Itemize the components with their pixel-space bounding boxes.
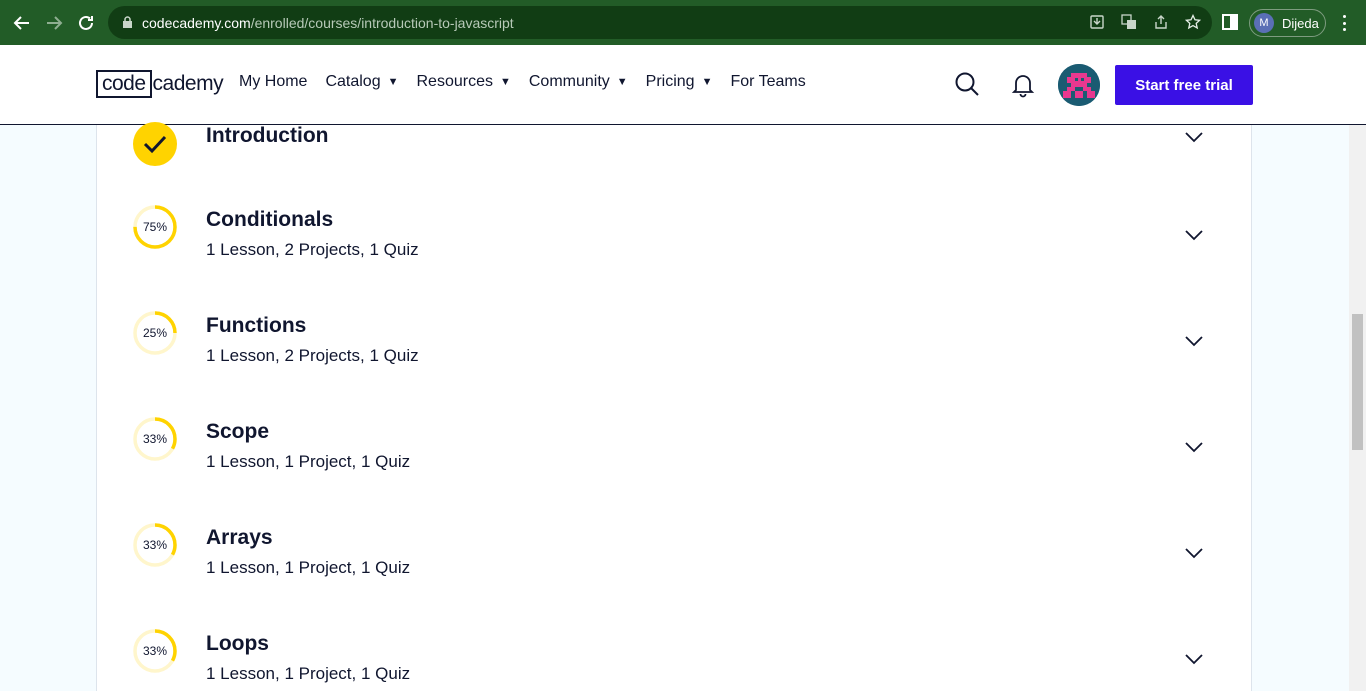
progress-label: 33%	[143, 538, 167, 552]
progress-ring-svg: 75%	[133, 205, 177, 249]
module-subtitle: 1 Lesson, 1 Project, 1 Quiz	[206, 558, 411, 577]
module-subtitle: 1 Lesson, 2 Projects, 1 Quiz	[206, 346, 419, 365]
module-title: Introduction	[206, 124, 329, 147]
nav-label: Pricing	[645, 73, 695, 90]
lock-icon[interactable]	[120, 16, 134, 30]
progress-ring-svg: 25%	[133, 311, 177, 355]
back-icon[interactable]	[9, 10, 35, 36]
chevron-down-icon[interactable]	[1184, 652, 1204, 665]
progress-label: 33%	[143, 644, 167, 658]
profile-name: Dijeda	[1282, 15, 1319, 31]
profile-avatar: M	[1254, 13, 1274, 33]
bookmark-star-icon[interactable]	[1184, 13, 1202, 31]
codecademy-logo[interactable]: code cademy	[96, 69, 224, 99]
caret-down-icon: ▼	[387, 76, 399, 88]
progress-ring: 25%	[133, 311, 177, 355]
start-free-trial-button[interactable]: Start free trial	[1115, 65, 1253, 105]
nav-community[interactable]: Community ▼	[529, 73, 628, 91]
url-path: /enrolled/courses/introduction-to-javasc…	[250, 14, 514, 31]
chevron-down-icon[interactable]	[1184, 334, 1204, 347]
progress-ring: 33%	[133, 523, 177, 567]
check-complete-icon	[133, 122, 177, 166]
nav-label: Community	[528, 73, 610, 90]
caret-down-icon: ▼	[616, 76, 628, 88]
search-icon[interactable]	[954, 71, 980, 97]
share-icon[interactable]	[1152, 13, 1170, 31]
nav-label: Catalog	[325, 73, 381, 90]
module-title: Scope	[206, 420, 270, 443]
reload-icon[interactable]	[73, 10, 99, 36]
progress-ring: 33%	[133, 417, 177, 461]
progress-ring-svg: 33%	[133, 417, 177, 461]
browser-menu-icon[interactable]	[1336, 13, 1352, 33]
chevron-down-icon[interactable]	[1184, 228, 1204, 241]
module-subtitle: 1 Lesson, 1 Project, 1 Quiz	[206, 452, 411, 471]
progress-ring-svg: 33%	[133, 523, 177, 567]
main-nav: My Home Catalog ▼ Resources ▼ Community ▼ P…	[239, 73, 824, 91]
module-row-functions[interactable]: 25% Functions 1 Lesson, 2 Projects, 1 Qu…	[96, 302, 1252, 408]
side-panel-icon[interactable]	[1222, 13, 1240, 31]
progress-ring: 75%	[133, 205, 177, 249]
forward-icon[interactable]	[41, 10, 67, 36]
logo-code: code	[96, 70, 152, 98]
chevron-down-icon[interactable]	[1184, 130, 1204, 143]
module-subtitle: 1 Lesson, 2 Projects, 1 Quiz	[206, 240, 419, 259]
progress-ring: 33%	[133, 629, 177, 673]
install-app-icon[interactable]	[1088, 13, 1106, 31]
url-host: codecademy.com	[142, 14, 251, 31]
nav-my-home[interactable]: My Home	[239, 73, 307, 91]
browser-toolbar: codecademy.com/enrolled/courses/introduc…	[0, 0, 1366, 45]
module-row-loops[interactable]: 33% Loops 1 Lesson, 1 Project, 1 Quiz	[96, 620, 1252, 691]
user-avatar[interactable]	[1058, 64, 1100, 106]
module-title: Loops	[206, 632, 269, 655]
progress-label: 75%	[143, 220, 167, 234]
logo-rest: cademy	[152, 72, 224, 95]
caret-down-icon: ▼	[701, 76, 713, 88]
module-title: Arrays	[206, 526, 273, 549]
nav-resources[interactable]: Resources ▼	[417, 73, 511, 91]
caret-down-icon: ▼	[499, 76, 511, 88]
nav-for-teams[interactable]: For Teams	[730, 73, 805, 91]
translate-icon[interactable]	[1120, 13, 1138, 31]
profile-chip[interactable]: M Dijeda	[1249, 9, 1326, 37]
progress-ring-svg: 33%	[133, 629, 177, 673]
scrollbar-thumb[interactable]	[1352, 314, 1363, 450]
nav-label: For Teams	[730, 73, 806, 90]
module-title: Conditionals	[206, 208, 334, 231]
nav-pricing[interactable]: Pricing ▼	[646, 73, 713, 91]
progress-label: 33%	[143, 432, 167, 446]
chevron-down-icon[interactable]	[1184, 440, 1204, 453]
nav-label: Resources	[416, 73, 493, 90]
progress-label: 25%	[143, 326, 167, 340]
notifications-bell-icon[interactable]	[1011, 72, 1035, 98]
nav-label: My Home	[239, 73, 308, 90]
module-row-arrays[interactable]: 33% Arrays 1 Lesson, 1 Project, 1 Quiz	[96, 514, 1252, 620]
module-subtitle: 1 Lesson, 1 Project, 1 Quiz	[206, 664, 411, 683]
chevron-down-icon[interactable]	[1184, 546, 1204, 559]
address-bar[interactable]: codecademy.com/enrolled/courses/introduc…	[108, 6, 1212, 39]
module-title: Functions	[206, 314, 307, 337]
nav-catalog[interactable]: Catalog ▼	[325, 73, 398, 91]
module-row-scope[interactable]: 33% Scope 1 Lesson, 1 Project, 1 Quiz	[96, 408, 1252, 514]
module-row-conditionals[interactable]: 75% Conditionals 1 Lesson, 2 Projects, 1…	[96, 196, 1252, 302]
